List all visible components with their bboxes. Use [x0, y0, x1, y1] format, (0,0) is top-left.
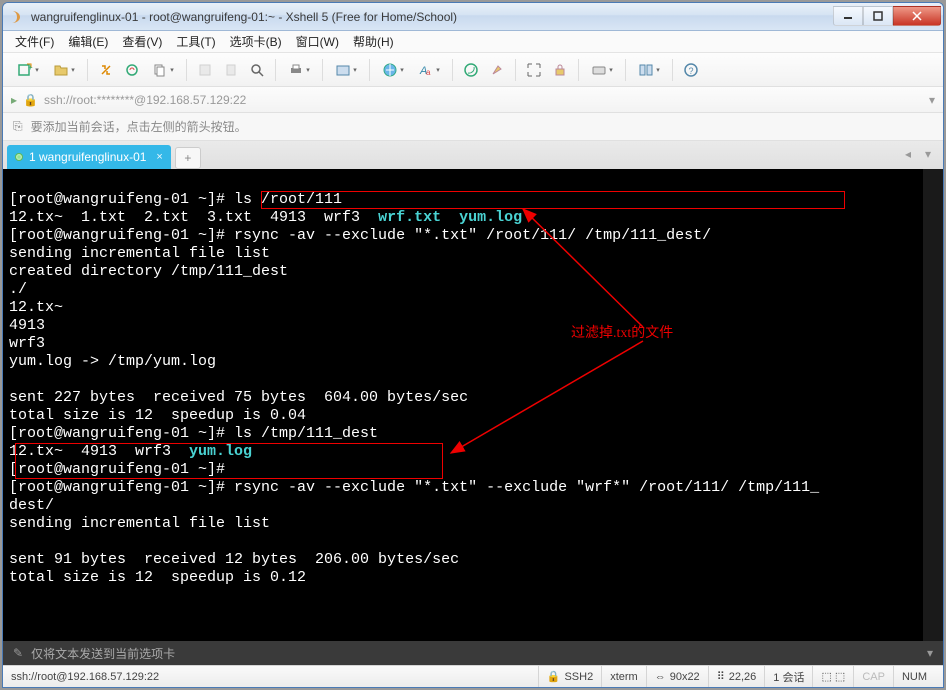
hint-bar: ⎘ 要添加当前会话，点击左侧的箭头按钮。 — [3, 113, 943, 141]
menu-tools[interactable]: 工具(T) — [176, 33, 215, 50]
new-session-button[interactable]: + — [11, 58, 45, 82]
annotation-text: 过滤掉.txt的文件 — [571, 325, 673, 343]
arrow-icon[interactable]: ▸ — [11, 93, 17, 107]
tab-next-icon[interactable]: ▾ — [919, 145, 937, 163]
scrollbar[interactable] — [923, 169, 943, 641]
toolbar: + Aa ? — [3, 53, 943, 87]
tab-session-1[interactable]: 1 wangruifenglinux-01 × — [7, 145, 171, 169]
reconnect-button[interactable] — [94, 58, 118, 82]
annotation-box-1 — [261, 191, 845, 209]
disconnect-button[interactable] — [120, 58, 144, 82]
connection-url[interactable]: ssh://root:********@192.168.57.129:22 — [44, 93, 923, 107]
close-button[interactable] — [893, 6, 941, 26]
status-num: NUM — [893, 666, 935, 687]
search-button[interactable] — [245, 58, 269, 82]
properties-button[interactable] — [329, 58, 363, 82]
send-icon[interactable]: ✎ — [13, 646, 23, 660]
menu-file[interactable]: 文件(F) — [15, 33, 54, 50]
keyboard-button[interactable] — [585, 58, 619, 82]
dropdown-icon[interactable]: ▾ — [929, 93, 935, 107]
menubar: 文件(F) 编辑(E) 查看(V) 工具(T) 选项卡(B) 窗口(W) 帮助(… — [3, 31, 943, 53]
menu-help[interactable]: 帮助(H) — [353, 33, 394, 50]
window-controls — [833, 8, 941, 26]
new-tab-button[interactable]: + — [175, 147, 201, 169]
send-text[interactable]: 仅将文本发送到当前选项卡 — [31, 645, 175, 662]
terminal[interactable]: [root@wangruifeng-01 ~]# ls /root/111 12… — [3, 169, 943, 641]
status-sessions: 1 会话 — [764, 666, 812, 687]
window-title: wangruifenglinux-01 - root@wangruifeng-0… — [31, 10, 833, 24]
clipboard-button[interactable] — [219, 58, 243, 82]
maximize-button[interactable] — [863, 6, 893, 26]
menu-tabs[interactable]: 选项卡(B) — [230, 33, 282, 50]
copy-button[interactable] — [146, 58, 180, 82]
tab-close-icon[interactable]: × — [156, 151, 162, 163]
paste-button[interactable] — [193, 58, 217, 82]
app-icon — [9, 9, 25, 25]
status-caps: CAP — [853, 666, 893, 687]
send-dropdown-icon[interactable]: ▾ — [927, 646, 933, 660]
tab-prev-icon[interactable]: ◂ — [899, 145, 917, 163]
menu-view[interactable]: 查看(V) — [122, 33, 162, 50]
help-button[interactable]: ? — [679, 58, 703, 82]
open-session-button[interactable] — [47, 58, 81, 82]
lock-icon: 🔒 — [23, 93, 38, 107]
status-terminal: xterm — [601, 666, 646, 687]
highlight-button[interactable] — [485, 58, 509, 82]
hint-text: 要添加当前会话，点击左侧的箭头按钮。 — [31, 118, 247, 135]
fullscreen-button[interactable] — [522, 58, 546, 82]
status-bar: ssh://root@192.168.57.129:22 🔒SSH2 xterm… — [3, 665, 943, 687]
menu-edit[interactable]: 编辑(E) — [68, 33, 108, 50]
titlebar: wangruifenglinux-01 - root@wangruifeng-0… — [3, 3, 943, 31]
app-window: wangruifenglinux-01 - root@wangruifeng-0… — [2, 2, 944, 688]
tab-bar: 1 wangruifenglinux-01 × + ◂ ▾ — [3, 141, 943, 169]
connection-status-icon — [15, 153, 23, 161]
svg-text:a: a — [426, 68, 431, 77]
hint-add-icon[interactable]: ⎘ — [13, 119, 23, 134]
menu-window[interactable]: 窗口(W) — [296, 33, 339, 50]
status-connection: ssh://root@192.168.57.129:22 — [11, 671, 159, 683]
svg-text:+: + — [28, 63, 33, 72]
lock-button[interactable] — [548, 58, 572, 82]
layout-button[interactable] — [632, 58, 666, 82]
font-button[interactable]: Aa — [412, 58, 446, 82]
tab-label: 1 wangruifenglinux-01 — [29, 150, 146, 164]
svg-text:?: ? — [689, 66, 694, 76]
status-position: ⠿22,26 — [708, 666, 765, 687]
print-button[interactable] — [282, 58, 316, 82]
send-bar: ✎ 仅将文本发送到当前选项卡 ▾ — [3, 641, 943, 665]
status-network-icon: ⬚ ⬚ — [812, 666, 853, 687]
status-protocol: 🔒SSH2 — [538, 666, 601, 687]
script-button[interactable] — [376, 58, 410, 82]
encoding-button[interactable] — [459, 58, 483, 82]
address-bar: ▸ 🔒 ssh://root:********@192.168.57.129:2… — [3, 87, 943, 113]
status-size: ⇔90x22 — [646, 666, 708, 687]
minimize-button[interactable] — [833, 6, 863, 26]
